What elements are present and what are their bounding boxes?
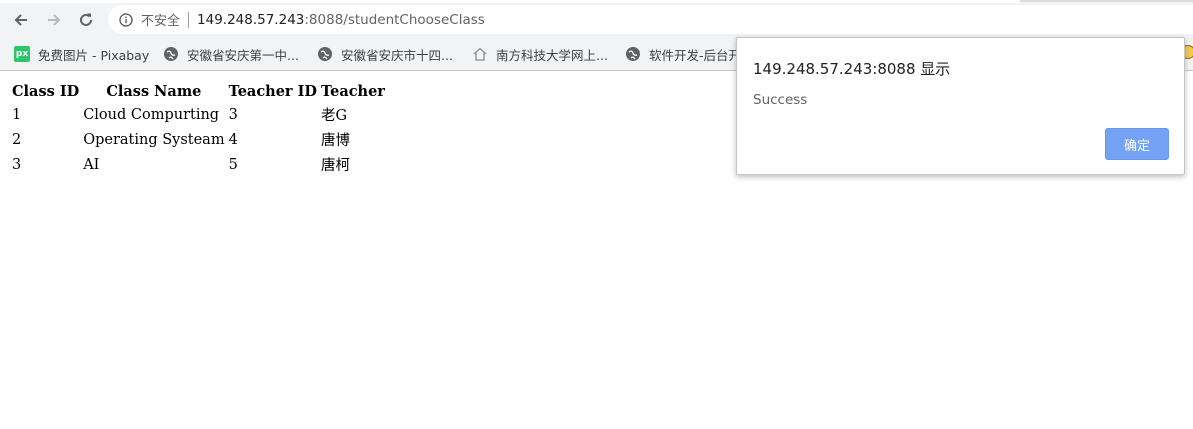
- address-bar[interactable]: 不安全 149.248.57.243:8088/studentChooseCla…: [108, 5, 1193, 34]
- teacher-id-cell: 5: [228, 156, 238, 173]
- bookmark-item-anqing-1[interactable]: 安徽省安庆第一中...: [163, 44, 299, 64]
- class-id-cell: 3: [12, 156, 22, 173]
- table-row[interactable]: 3 AI 5 唐柯: [11, 153, 386, 176]
- info-icon[interactable]: [118, 12, 134, 28]
- globe-icon: [317, 46, 333, 62]
- bookmark-item-software-dev[interactable]: 软件开发-后台开: [625, 44, 741, 64]
- class-id-cell: 2: [12, 131, 22, 148]
- column-header: Class ID: [12, 83, 80, 100]
- dialog-message: Success: [753, 92, 808, 108]
- bookmark-item-anqing-14[interactable]: 安徽省安庆市十四...: [317, 44, 453, 64]
- class-name-cell: AI: [83, 156, 100, 173]
- teacher-cell: 老G: [320, 108, 348, 124]
- globe-icon: [163, 46, 179, 62]
- bookmark-label: 软件开发-后台开: [649, 47, 742, 63]
- pixabay-icon: px: [14, 46, 30, 62]
- bookmark-item-pixabay[interactable]: px 免费图片 - Pixabay: [14, 44, 149, 64]
- url-path: :8088/studentChooseClass: [304, 11, 485, 28]
- bookmark-label: 安徽省安庆市十四...: [341, 47, 453, 63]
- globe-icon: [625, 46, 641, 62]
- bookmark-label: 安徽省安庆第一中...: [187, 47, 299, 63]
- teacher-cell: 唐博: [320, 133, 350, 149]
- browser-toolbar: 不安全 149.248.57.243:8088/studentChooseCla…: [0, 0, 1193, 38]
- class-table: Class ID Class Name Teacher ID Teacher 1…: [9, 80, 388, 178]
- teacher-id-cell: 3: [228, 106, 238, 123]
- url-text[interactable]: 149.248.57.243:8088/studentChooseClass: [197, 12, 485, 28]
- reload-icon: [80, 13, 92, 26]
- home-icon: [472, 46, 488, 62]
- forward-button[interactable]: [41, 7, 67, 33]
- arrow-left-icon: [14, 14, 27, 26]
- ok-button[interactable]: 确定: [1105, 128, 1169, 160]
- dialog-title: 149.248.57.243:8088 显示: [753, 60, 951, 78]
- url-host: 149.248.57.243: [197, 11, 305, 28]
- column-header: Teacher: [320, 83, 385, 100]
- arrow-right-icon: [48, 14, 61, 26]
- teacher-cell: 唐柯: [320, 158, 350, 174]
- table-row[interactable]: 2 Operating Systeam 4 唐博: [11, 128, 386, 151]
- column-header: Class Name: [106, 83, 202, 100]
- class-name-cell: Cloud Compurting: [83, 106, 220, 123]
- class-name-cell: Operating Systeam: [83, 131, 225, 148]
- table-header-row: Class ID Class Name Teacher ID Teacher: [11, 82, 386, 101]
- reload-button[interactable]: [73, 7, 99, 33]
- column-header: Teacher ID: [228, 83, 317, 100]
- address-separator: [188, 11, 190, 28]
- class-id-cell: 1: [12, 106, 22, 123]
- active-tab-strip: [0, 0, 1020, 3]
- teacher-id-cell: 4: [228, 131, 238, 148]
- back-button[interactable]: [8, 7, 34, 33]
- bookmark-label: 南方科技大学网上...: [496, 47, 608, 63]
- bookmark-label: 免费图片 - Pixabay: [38, 47, 150, 63]
- security-label: 不安全: [141, 14, 181, 29]
- bookmark-item-sustech[interactable]: 南方科技大学网上...: [472, 44, 608, 64]
- table-row[interactable]: 1 Cloud Compurting 3 老G: [11, 103, 386, 126]
- alert-dialog: 149.248.57.243:8088 显示 Success 确定: [736, 37, 1185, 175]
